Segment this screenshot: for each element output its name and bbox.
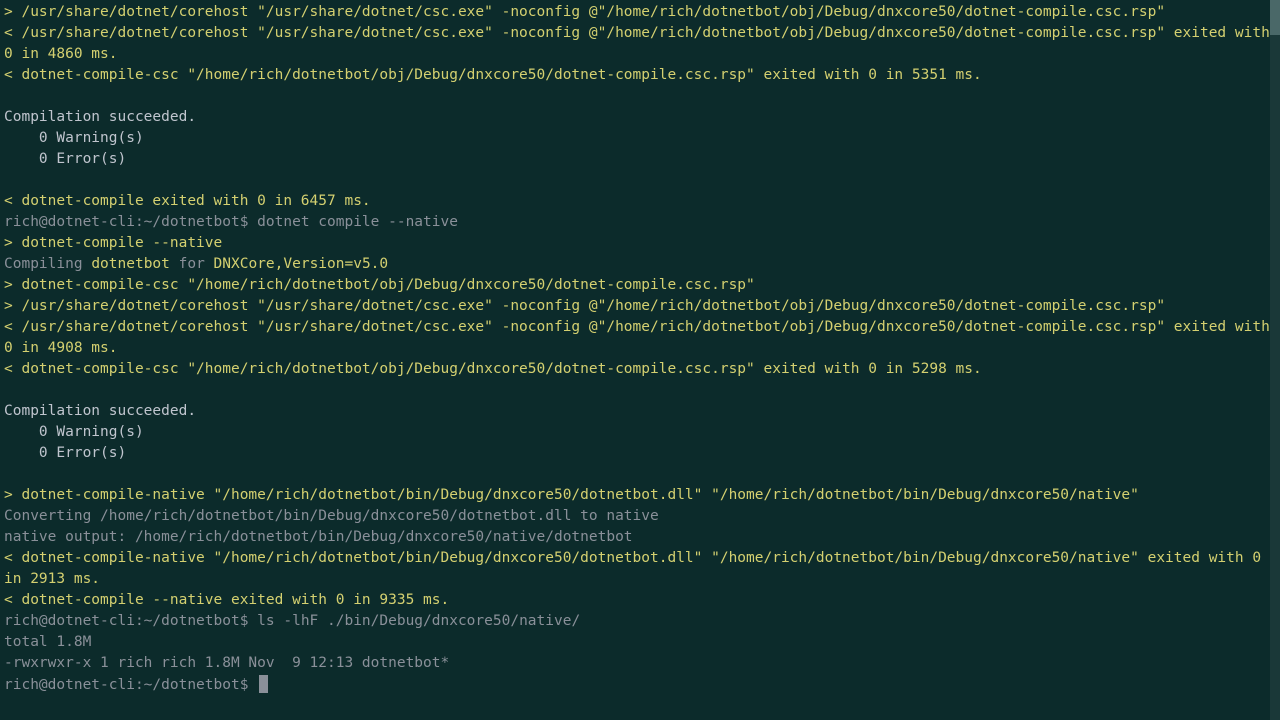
terminal-line: > /usr/share/dotnet/corehost "/usr/share… — [4, 296, 1276, 317]
shell-prompt: rich@dotnet-cli:~/dotnetbot$ — [4, 214, 257, 230]
terminal-line: 0 Error(s) — [4, 149, 1276, 170]
command-text: ls -lhF ./bin/Debug/dnxcore50/native/ — [257, 613, 580, 629]
terminal-line: < dotnet-compile-csc "/home/rich/dotnetb… — [4, 359, 1276, 380]
terminal-line: Compilation succeeded. — [4, 107, 1276, 128]
terminal-line: < dotnet-compile-csc "/home/rich/dotnetb… — [4, 65, 1276, 86]
terminal-line: > /usr/share/dotnet/corehost "/usr/share… — [4, 2, 1276, 23]
terminal-line: < dotnet-compile --native exited with 0 … — [4, 590, 1276, 611]
compiling-line: Compiling dotnetbot for DNXCore,Version=… — [4, 254, 1276, 275]
shell-prompt: rich@dotnet-cli:~/dotnetbot$ — [4, 613, 257, 629]
terminal-line — [4, 86, 1276, 107]
prompt-line: rich@dotnet-cli:~/dotnetbot$ ls -lhF ./b… — [4, 611, 1276, 632]
scrollbar-thumb[interactable] — [1270, 0, 1280, 35]
scrollbar-track[interactable] — [1270, 0, 1280, 720]
command-text: dotnet compile --native — [257, 214, 458, 230]
terminal-line — [4, 170, 1276, 191]
terminal-line: Compilation succeeded. — [4, 401, 1276, 422]
terminal-line: > dotnet-compile-csc "/home/rich/dotnetb… — [4, 275, 1276, 296]
terminal-line: Converting /home/rich/dotnetbot/bin/Debu… — [4, 506, 1276, 527]
terminal-line: 0 Warning(s) — [4, 422, 1276, 443]
terminal-line: < /usr/share/dotnet/corehost "/usr/share… — [4, 317, 1276, 359]
terminal-line: 0 Error(s) — [4, 443, 1276, 464]
terminal-line: total 1.8M — [4, 632, 1276, 653]
terminal-line — [4, 380, 1276, 401]
terminal-line: < /usr/share/dotnet/corehost "/usr/share… — [4, 23, 1276, 65]
prompt-line[interactable]: rich@dotnet-cli:~/dotnetbot$ — [4, 675, 1276, 696]
terminal-line — [4, 464, 1276, 485]
terminal-line: 0 Warning(s) — [4, 128, 1276, 149]
prompt-line: rich@dotnet-cli:~/dotnetbot$ dotnet comp… — [4, 212, 1276, 233]
terminal-line: < dotnet-compile-native "/home/rich/dotn… — [4, 548, 1276, 590]
terminal-line: > dotnet-compile-native "/home/rich/dotn… — [4, 485, 1276, 506]
terminal-output[interactable]: > /usr/share/dotnet/corehost "/usr/share… — [4, 0, 1276, 696]
shell-prompt: rich@dotnet-cli:~/dotnetbot$ — [4, 677, 257, 693]
cursor — [259, 675, 268, 693]
terminal-line: native output: /home/rich/dotnetbot/bin/… — [4, 527, 1276, 548]
terminal-line: -rwxrwxr-x 1 rich rich 1.8M Nov 9 12:13 … — [4, 653, 1276, 674]
terminal-line: > dotnet-compile --native — [4, 233, 1276, 254]
terminal-line: < dotnet-compile exited with 0 in 6457 m… — [4, 191, 1276, 212]
